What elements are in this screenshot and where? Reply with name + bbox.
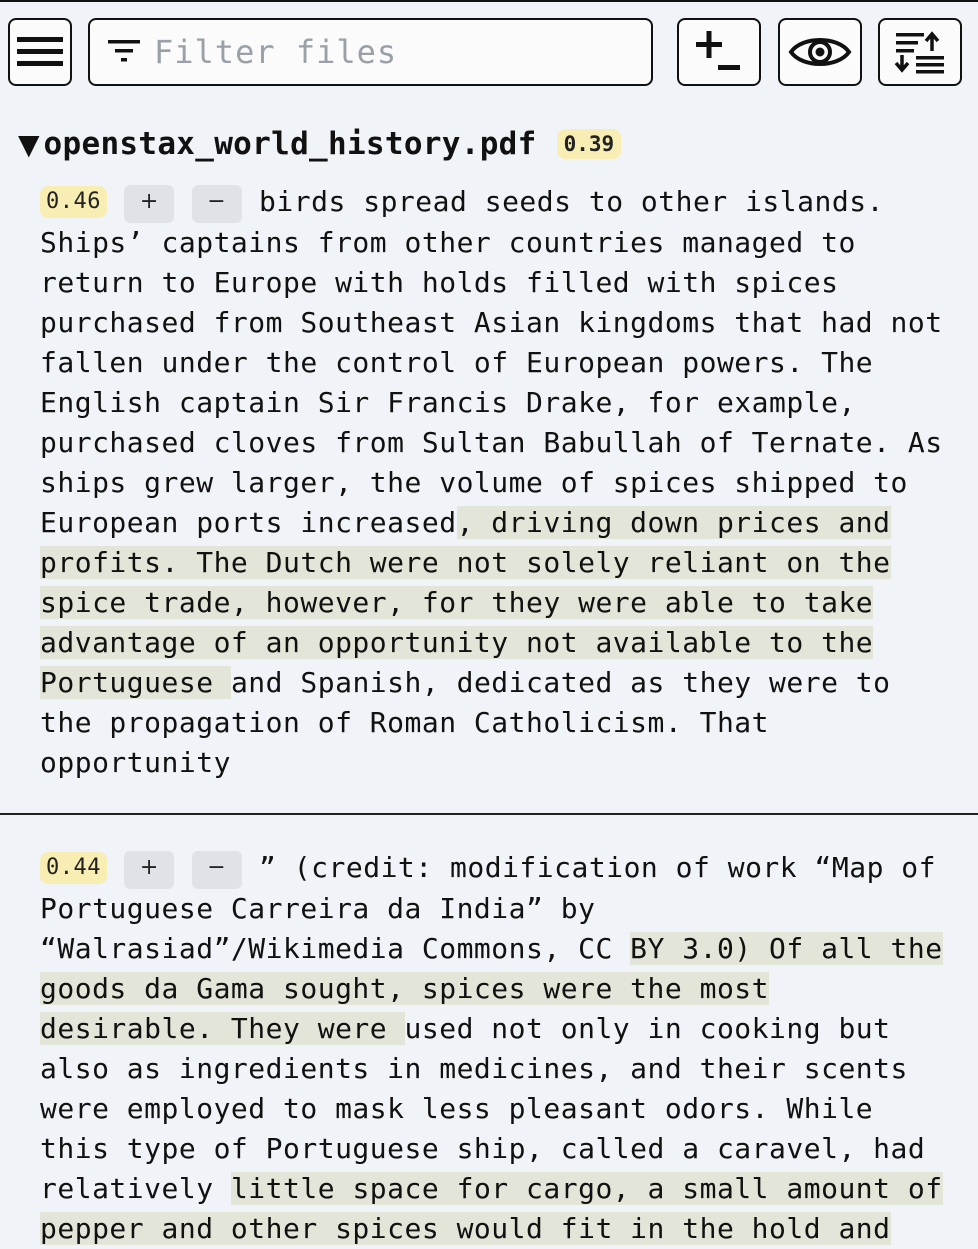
chunk-line: Portuguese and Spanish, dedicated as the… — [40, 663, 960, 703]
chunk-line: advantage of an opportunity not availabl… — [40, 623, 960, 663]
hamburger-menu-icon — [17, 37, 63, 66]
chunk-text-segment: used not only in cooking but — [404, 1012, 891, 1045]
chunk-line: ships grew larger, the volume of spices … — [40, 463, 960, 503]
chunk-text-segment: birds spread seeds to other islands. — [241, 185, 884, 218]
highlighted-match-text: BY 3.0) Of all the — [630, 932, 943, 965]
chunk-line: pepper and other spices would fit in the… — [40, 1209, 960, 1249]
chunk-text: 0.44 + − ” (credit: modification of work… — [40, 848, 960, 1249]
chunk-score-badge: 0.46 — [40, 186, 107, 218]
result-chunk: 0.46 + − birds spread seeds to other isl… — [40, 182, 960, 783]
result-chunk: 0.44 + − ” (credit: modification of work… — [40, 848, 960, 1249]
highlighted-match-text: little space for cargo, a small amount o… — [230, 1172, 943, 1205]
chunk-line: European ports increased, driving down p… — [40, 503, 960, 543]
highlighted-match-text: desirable. They were — [40, 1012, 405, 1045]
filter-field[interactable] — [88, 18, 653, 86]
chunk-text-segment: Ships’ captains from other countries man… — [40, 226, 856, 259]
chunk-line: desirable. They were used not only in co… — [40, 1009, 960, 1049]
file-header[interactable]: ▼ openstax_world_history.pdf 0.39 — [18, 122, 622, 166]
chunk-line: goods da Gama sought, spices were the mo… — [40, 969, 960, 1009]
chunk-text-segment: English captain Sir Francis Drake, for e… — [40, 386, 856, 419]
chunk-line: 0.44 + − ” (credit: modification of work… — [40, 848, 960, 889]
chunk-line: spice trade, however, for they were able… — [40, 583, 960, 623]
highlighted-match-text: goods da Gama sought, spices were the mo… — [40, 972, 770, 1005]
chunk-text-segment: purchased from Southeast Asian kingdoms … — [40, 306, 943, 339]
file-score-badge: 0.39 — [556, 129, 622, 159]
chunk-text-segment: ” (credit: modification of work “Map of — [241, 851, 936, 884]
chunk-line: also as ingredients in medicines, and th… — [40, 1049, 960, 1089]
chunk-line: this type of Portuguese ship, called a c… — [40, 1129, 960, 1169]
expand-up-button[interactable]: + — [124, 185, 175, 223]
chunk-text: 0.46 + − birds spread seeds to other isl… — [40, 182, 960, 783]
sort-swap-icon — [894, 31, 944, 74]
chunk-line: purchased cloves from Sultan Babullah of… — [40, 423, 960, 463]
chunk-line: relatively little space for cargo, a sma… — [40, 1169, 960, 1209]
chunk-line: profits. The Dutch were not solely relia… — [40, 543, 960, 583]
filter-icon — [108, 40, 140, 62]
filter-input[interactable] — [154, 30, 634, 74]
chunk-line: the propagation of Roman Catholicism. Th… — [40, 703, 960, 743]
chunk-text-segment: Portuguese Carreira da India” by — [40, 892, 596, 925]
chunk-line: “Walrasiad”/Wikimedia Commons, CC BY 3.0… — [40, 929, 960, 969]
highlighted-match-text: pepper and other spices would fit in the… — [40, 1212, 891, 1245]
highlighted-match-text: Portuguese — [40, 666, 231, 699]
chunk-text-segment: ships grew larger, the volume of spices … — [40, 466, 908, 499]
view-button[interactable] — [778, 18, 862, 86]
menu-button[interactable] — [8, 18, 72, 86]
chunk-line: Ships’ captains from other countries man… — [40, 223, 960, 263]
shrink-button[interactable]: − — [191, 851, 242, 889]
chunk-line: were employed to mask less pleasant odor… — [40, 1089, 960, 1129]
chunk-text-segment: and Spanish, dedicated as they were to — [230, 666, 891, 699]
highlighted-match-text: profits. The Dutch were not solely relia… — [40, 546, 891, 579]
chunk-text-segment: purchased cloves from Sultan Babullah of… — [40, 426, 943, 459]
chunk-text-segment: fallen under the control of European pow… — [40, 346, 874, 379]
file-name[interactable]: openstax_world_history.pdf — [44, 126, 537, 162]
plus-minus-icon — [696, 31, 740, 70]
chunk-text-segment: opportunity — [40, 746, 231, 779]
chunk-text-segment: “Walrasiad”/Wikimedia Commons, CC — [40, 932, 631, 965]
expand-up-button[interactable]: + — [124, 851, 175, 889]
chunk-text-segment: the propagation of Roman Catholicism. Th… — [40, 706, 770, 739]
toolbar — [0, 0, 978, 100]
chunk-line: 0.46 + − birds spread seeds to other isl… — [40, 182, 960, 223]
chunk-divider — [0, 813, 978, 815]
chunk-text-segment: return to Europe with holds filled with … — [40, 266, 839, 299]
collapse-caret-icon[interactable]: ▼ — [18, 128, 40, 161]
chunk-text-segment: relatively — [40, 1172, 231, 1205]
highlighted-match-text: , driving down prices and — [456, 506, 891, 539]
chunk-text-segment: European ports increased — [40, 506, 457, 539]
eye-icon — [788, 38, 852, 66]
chunk-text-segment: this type of Portuguese ship, called a c… — [40, 1132, 926, 1165]
chunk-line: English captain Sir Francis Drake, for e… — [40, 383, 960, 423]
shrink-button[interactable]: − — [191, 185, 242, 223]
add-remove-button[interactable] — [677, 18, 761, 86]
chunk-score-badge: 0.44 — [40, 852, 107, 884]
chunk-line: Portuguese Carreira da India” by — [40, 889, 960, 929]
chunk-line: fallen under the control of European pow… — [40, 343, 960, 383]
chunk-line: purchased from Southeast Asian kingdoms … — [40, 303, 960, 343]
chunk-text-segment: also as ingredients in medicines, and th… — [40, 1052, 908, 1085]
chunk-text-segment: were employed to mask less pleasant odor… — [40, 1092, 874, 1125]
chunk-line: return to Europe with holds filled with … — [40, 263, 960, 303]
chunk-line: opportunity — [40, 743, 960, 783]
highlighted-match-text: spice trade, however, for they were able… — [40, 586, 874, 619]
sort-button[interactable] — [878, 18, 962, 86]
highlighted-match-text: advantage of an opportunity not availabl… — [40, 626, 874, 659]
